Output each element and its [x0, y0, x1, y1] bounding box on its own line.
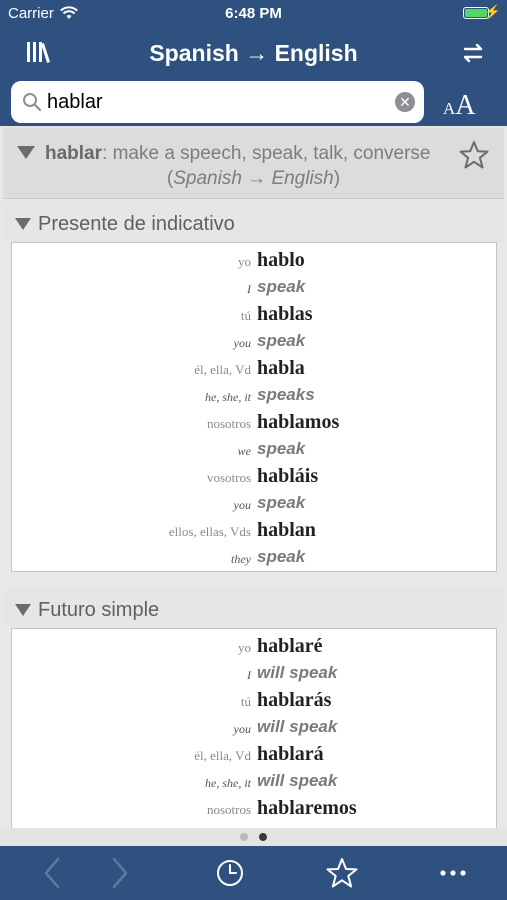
english-translation: will speak: [257, 771, 338, 790]
english-pronoun: you: [233, 336, 251, 350]
spanish-verb-form: hablará: [257, 743, 324, 765]
entry-headline: hablar: make a speech, speak, talk, conv…: [45, 143, 431, 164]
spanish-verb-form: hablaré: [257, 635, 323, 657]
english-translation: speaks: [257, 385, 315, 404]
swap-direction-icon[interactable]: [461, 41, 485, 70]
table-row: él, ella, Vd habla: [12, 355, 496, 382]
spanish-pronoun: tú: [240, 308, 251, 323]
table-row: ellos, ellas, Vds hablan: [12, 517, 496, 544]
spanish-verb-form: hablan: [257, 519, 316, 541]
favorite-star-icon[interactable]: [458, 140, 490, 175]
bottom-toolbar: [0, 846, 507, 900]
english-pronoun: I: [247, 668, 251, 682]
section-title: Futuro simple: [38, 599, 160, 621]
spanish-pronoun: vosotros: [206, 470, 251, 485]
spanish-verb-form: hablamos: [257, 411, 340, 433]
search-box: ✕: [11, 81, 424, 123]
spanish-verb-form: hablo: [257, 249, 305, 271]
table-row: él, ella, Vd hablará: [12, 741, 496, 768]
page-indicator[interactable]: [0, 828, 507, 846]
english-pronoun: we: [237, 444, 251, 458]
table-row: tú hablarás: [12, 687, 496, 714]
table-row: I speak: [12, 274, 496, 301]
page-dot-2[interactable]: [259, 833, 267, 841]
english-translation: speak: [257, 547, 306, 566]
more-ellipsis-icon[interactable]: [439, 856, 467, 895]
page-dot-1[interactable]: [240, 833, 248, 841]
search-icon: [22, 92, 42, 117]
spanish-verb-form: habláis: [257, 465, 319, 487]
english-pronoun: they: [231, 552, 251, 566]
spanish-pronoun: yo: [238, 254, 251, 269]
collapse-triangle-icon[interactable]: [15, 218, 31, 230]
table-row: we speak: [12, 436, 496, 463]
search-input[interactable]: [47, 87, 387, 117]
favorites-star-icon[interactable]: [325, 856, 359, 895]
english-translation: speak: [257, 277, 306, 296]
dictionary-entry[interactable]: hablar: make a speech, speak, talk, conv…: [3, 128, 504, 199]
entry-language-pair: (Spanish → English): [166, 168, 341, 189]
spanish-pronoun: él, ella, Vd: [194, 362, 251, 377]
entry-word: hablar: [45, 143, 103, 164]
english-pronoun: he, she, it: [205, 390, 251, 404]
table-row: he, she, it speaks: [12, 382, 496, 409]
section-header-futuro[interactable]: Futuro simple: [3, 588, 504, 628]
font-size-small-label: A: [443, 99, 456, 118]
entry-definition: make a speech, speak, talk, converse: [107, 143, 431, 164]
table-row: you speak: [12, 328, 496, 355]
spanish-pronoun: nosotros: [206, 416, 251, 431]
section-title: Presente de indicativo: [38, 213, 235, 235]
back-arrow-icon[interactable]: [40, 856, 64, 895]
conjugation-table-futuro: yo hablaré I will speak tú hablarás you …: [11, 628, 497, 828]
english-translation: will speak: [257, 717, 338, 736]
conjugation-table-presente: yo hablo I speak tú hablas you speak él,…: [11, 242, 497, 572]
table-row: he, she, it will speak: [12, 768, 496, 795]
collapse-triangle-icon[interactable]: [15, 604, 31, 616]
table-row: yo hablo: [12, 247, 496, 274]
spanish-verb-form: hablas: [257, 303, 313, 325]
forward-arrow-icon[interactable]: [108, 856, 132, 895]
conjugation-content[interactable]: hablar: make a speech, speak, talk, conv…: [0, 128, 507, 828]
spanish-verb-form: habla: [257, 357, 305, 379]
english-translation: speak: [257, 439, 306, 458]
spanish-pronoun: nosotros: [206, 802, 251, 817]
spanish-pronoun: yo: [238, 640, 251, 655]
english-translation: will speak: [257, 663, 338, 682]
spanish-verb-form: hablarás: [257, 689, 332, 711]
english-pronoun: I: [247, 282, 251, 296]
clear-search-icon[interactable]: ✕: [395, 92, 415, 112]
clock-time: 6:48 PM: [225, 5, 282, 22]
english-pronoun: he, she, it: [205, 776, 251, 790]
nav-bar: Spanish → English: [0, 28, 507, 80]
charging-bolt-icon: ⚡: [484, 4, 501, 19]
collapse-triangle-icon[interactable]: [17, 146, 35, 159]
table-row: vosotros habláis: [12, 463, 496, 490]
spanish-verb-form: hablaremos: [257, 797, 357, 819]
table-row: you will speak: [12, 714, 496, 741]
table-row: yo hablaré: [12, 633, 496, 660]
language-pair-text: Spanish → English: [173, 168, 334, 189]
search-row: ✕ AA: [0, 80, 507, 126]
table-row: nosotros hablaremos: [12, 795, 496, 822]
english-pronoun: you: [233, 498, 251, 512]
section-header-presente[interactable]: Presente de indicativo: [3, 202, 504, 242]
spanish-pronoun: ellos, ellas, Vds: [168, 524, 251, 539]
history-clock-icon[interactable]: [215, 856, 245, 895]
english-translation: speak: [257, 493, 306, 512]
table-row: you speak: [12, 490, 496, 517]
spanish-pronoun: tú: [240, 694, 251, 709]
font-size-button[interactable]: AA: [443, 90, 476, 122]
table-row: nosotros hablamos: [12, 409, 496, 436]
page-title: Spanish → English: [149, 40, 358, 66]
table-row: they speak: [12, 544, 496, 571]
english-pronoun: you: [233, 722, 251, 736]
english-translation: speak: [257, 331, 306, 350]
status-bar: Carrier 6:48 PM ⚡: [0, 0, 507, 28]
font-size-large-label: A: [455, 90, 476, 121]
table-row: tú hablas: [12, 301, 496, 328]
table-row: I will speak: [12, 660, 496, 687]
spanish-pronoun: él, ella, Vd: [194, 748, 251, 763]
